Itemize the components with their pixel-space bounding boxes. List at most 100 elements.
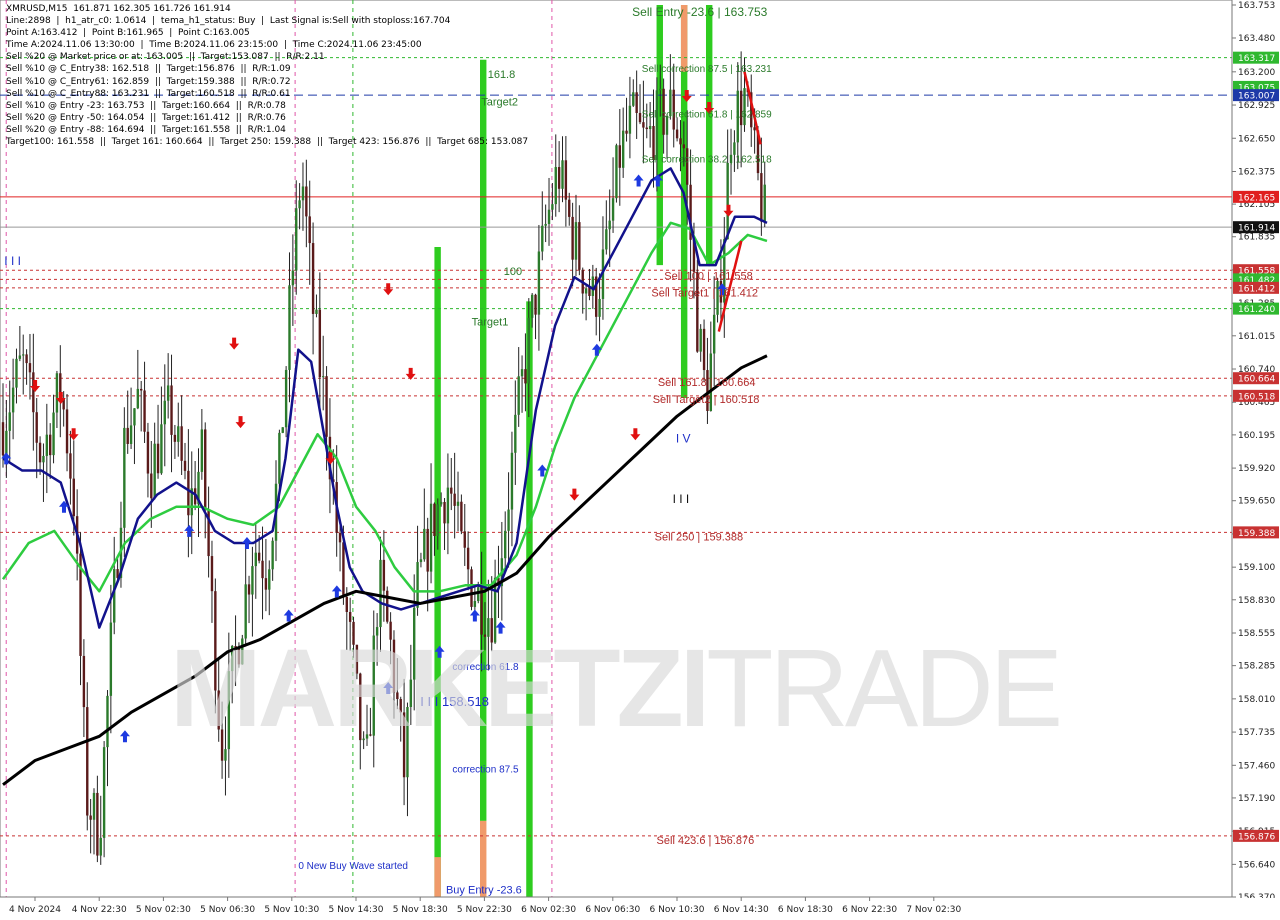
candle-body	[55, 373, 59, 413]
candle-body	[106, 695, 109, 748]
x-tick-label: 6 Nov 18:30	[778, 905, 833, 915]
candle-body	[608, 220, 611, 230]
candle-body	[554, 167, 557, 205]
candle-body	[32, 372, 35, 413]
candle-body	[153, 443, 156, 499]
chart-annotation: Sell 423.6 | 156.876	[657, 835, 755, 847]
candle-body	[568, 199, 571, 217]
candle-body	[177, 426, 180, 442]
info-panel: XMRUSD,M15 161.871 162.305 161.726 161.9…	[6, 3, 528, 148]
x-tick-label: 6 Nov 02:30	[521, 905, 576, 915]
candle-body	[42, 455, 45, 463]
candle-body	[426, 528, 429, 572]
candle-body	[645, 127, 648, 130]
candle-body	[429, 503, 433, 572]
candle-body	[1, 422, 5, 456]
candle-body	[463, 531, 466, 548]
candle-body	[15, 358, 18, 388]
chart-window: Sell Entry -23.6 | 163.753 Sell correctio…	[0, 0, 1280, 920]
info-line: Sell %10 @ C_Entry38: 162.518 || Target:…	[6, 64, 291, 75]
candle-body	[92, 792, 96, 820]
chart-annotation: I I I	[4, 254, 21, 268]
signal-zone	[434, 857, 441, 897]
candle-body	[675, 129, 679, 139]
candle-body	[618, 145, 622, 168]
candle-body	[284, 369, 288, 428]
candle-body	[325, 376, 328, 437]
x-tick-label: 6 Nov 06:30	[585, 905, 640, 915]
candle-body	[8, 412, 11, 431]
candle-body	[264, 578, 268, 590]
x-tick-label: 5 Nov 06:30	[200, 905, 255, 915]
candle-body	[726, 162, 729, 240]
candle-body	[163, 400, 166, 425]
candle-body	[696, 271, 699, 352]
y-tick-label: 157.460	[1238, 761, 1275, 771]
candle-body	[514, 414, 517, 453]
candle-body	[268, 569, 271, 590]
y-tick-label: 158.555	[1238, 629, 1275, 639]
candle-body	[446, 487, 450, 524]
candle-body	[702, 328, 706, 371]
candle-body	[625, 130, 628, 134]
x-tick-label: 6 Nov 14:30	[714, 905, 769, 915]
candle-body	[635, 92, 638, 113]
price-badge-label: 160.664	[1238, 375, 1275, 385]
candle-body	[551, 204, 554, 210]
chart-annotation: Sell 161.8 | 160.664	[658, 377, 756, 389]
candle-body	[22, 354, 25, 356]
candle-body	[584, 288, 588, 294]
candle-body	[416, 562, 419, 608]
candle-body	[342, 542, 345, 597]
x-tick-label: 5 Nov 22:30	[457, 905, 512, 915]
candle-body	[204, 429, 207, 511]
chart-annotation: I I I	[673, 492, 690, 506]
candle-body	[281, 427, 284, 433]
candle-body	[136, 388, 140, 409]
candle-body	[423, 528, 426, 560]
candle-body	[642, 122, 645, 128]
candle-body	[129, 425, 133, 444]
chart-annotation: Buy Entry -23.6	[446, 884, 522, 896]
candle-body	[160, 424, 163, 474]
info-line: Line:2898 | h1_atr_c0: 1.0614 | tema_h1_…	[6, 16, 451, 27]
candle-body	[5, 430, 8, 456]
candle-body	[571, 216, 574, 260]
candle-body	[456, 501, 460, 506]
candle-body	[278, 432, 281, 484]
candle-body	[102, 747, 106, 838]
candle-body	[578, 222, 581, 270]
info-line: Sell %20 @ Market price or at: 163.005 |…	[6, 52, 325, 63]
candle-body	[28, 363, 32, 373]
candle-body	[679, 138, 682, 145]
chart-annotation: Sell 250 | 159.388	[655, 532, 743, 544]
candle-body	[298, 200, 301, 209]
candle-body	[504, 530, 507, 559]
candle-body	[419, 559, 423, 563]
candle-body	[251, 566, 254, 595]
y-tick-label: 157.735	[1238, 728, 1275, 738]
candle-body	[541, 225, 544, 252]
x-tick-label: 6 Nov 10:30	[650, 905, 705, 915]
candle-body	[72, 478, 75, 517]
candle-body	[648, 125, 652, 130]
watermark: MARKETZITRADE	[170, 625, 1063, 752]
candle-body	[591, 276, 595, 296]
y-tick-label: 161.015	[1238, 332, 1275, 342]
candle-body	[318, 309, 322, 378]
y-tick-label: 161.835	[1238, 233, 1275, 243]
candle-body	[598, 298, 601, 317]
candle-body	[524, 369, 527, 384]
x-tick-label: 5 Nov 18:30	[393, 905, 448, 915]
price-badge-label: 161.412	[1238, 284, 1275, 294]
candle-body	[473, 601, 477, 607]
y-tick-label: 160.195	[1238, 431, 1275, 441]
price-badge-label: 159.388	[1238, 529, 1275, 539]
x-tick-label: 7 Nov 02:30	[906, 905, 961, 915]
info-line: Time A:2024.11.06 13:30:00 | Time B:2024…	[6, 40, 422, 51]
candle-body	[760, 173, 763, 222]
candle-body	[338, 532, 342, 543]
chart-annotation: Sell 100 | 161.558	[664, 271, 752, 283]
info-line: Point A:163.412 | Point B:161.965 | Poin…	[6, 28, 250, 39]
candle-body	[180, 426, 183, 461]
